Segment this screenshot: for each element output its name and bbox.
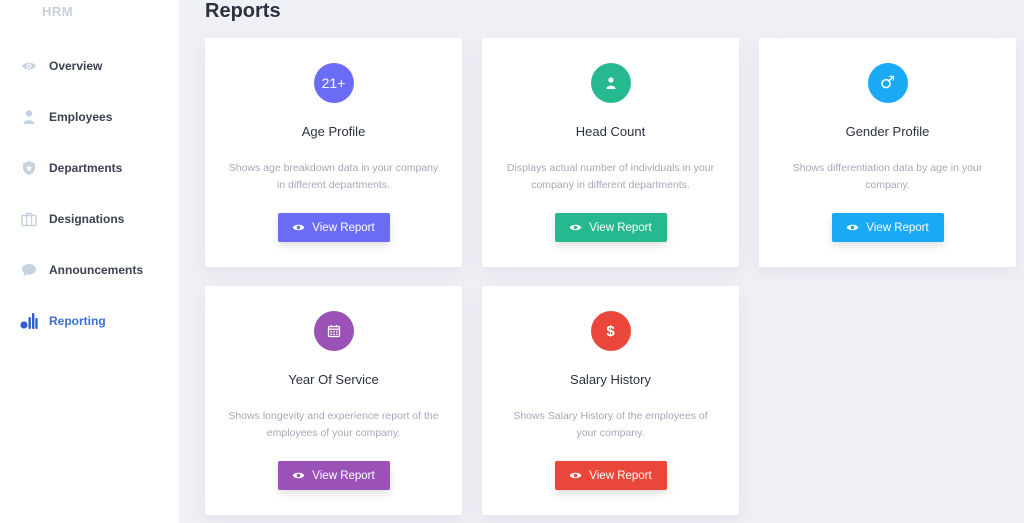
- sidebar-item-departments[interactable]: Departments: [0, 142, 179, 193]
- sidebar-item-designations[interactable]: Designations: [0, 193, 179, 244]
- sidebar-item-reporting[interactable]: Reporting: [0, 295, 179, 346]
- eye-icon: [292, 224, 305, 231]
- eye-icon: [569, 472, 582, 479]
- calendar-glyph: [327, 325, 340, 338]
- dollar-icon: $: [590, 311, 631, 351]
- briefcase-icon: [21, 212, 37, 226]
- card-description: Shows Salary History of the employees of…: [513, 410, 708, 439]
- view-report-button[interactable]: View Report: [831, 213, 944, 242]
- button-label: View Report: [589, 469, 652, 482]
- sidebar-item-label: Overview: [49, 58, 103, 73]
- calendar-icon: [313, 311, 354, 351]
- user-icon: [23, 109, 35, 124]
- sidebar-item-label: Designations: [49, 211, 125, 226]
- report-card-salary-history: $ Salary History Shows Salary History of…: [482, 286, 739, 515]
- report-card-year-of-service: Year Of Service Shows longevity and expe…: [205, 286, 462, 515]
- button-label: View Report: [312, 221, 375, 234]
- button-label: View Report: [312, 469, 375, 482]
- report-card-age-profile: 21+ Age Profile Shows age breakdown data…: [205, 38, 462, 267]
- sidebar-item-label: Reporting: [49, 313, 106, 328]
- brand-logo[interactable]: HRM: [42, 4, 73, 19]
- age-icon: 21+: [313, 63, 354, 103]
- button-label: View Report: [589, 221, 652, 234]
- male-symbol-icon: ♂: [867, 63, 908, 103]
- report-card-head-count: Head Count Displays actual number of ind…: [482, 38, 739, 267]
- sidebar-nav: Overview Employees Departments Designati…: [0, 40, 179, 346]
- card-title: Year Of Service: [288, 372, 379, 387]
- card-description: Displays actual number of individuals in…: [506, 162, 715, 191]
- report-card-gender-profile: ♂ Gender Profile Shows differentiation d…: [759, 38, 1016, 267]
- card-title: Salary History: [570, 372, 651, 387]
- sidebar-item-label: Employees: [49, 109, 113, 124]
- male-symbol-text: ♂: [879, 73, 896, 93]
- card-title: Head Count: [575, 124, 646, 139]
- sidebar-item-announcements[interactable]: Announcements: [0, 244, 179, 295]
- age-icon-text: 21+: [321, 75, 346, 91]
- eye-icon: [569, 224, 582, 231]
- sidebar-item-overview[interactable]: Overview: [0, 40, 179, 91]
- card-description: Shows differentiation data by age in you…: [792, 162, 983, 191]
- chat-bubble-icon: [22, 263, 36, 276]
- card-description: Shows age breakdown data in your company…: [228, 162, 439, 191]
- view-report-button[interactable]: View Report: [554, 213, 667, 242]
- button-label: View Report: [866, 221, 929, 234]
- dollar-symbol-text: $: [606, 322, 615, 340]
- page-title: Reports: [205, 0, 281, 22]
- eye-icon: [846, 224, 859, 231]
- person-glyph: [606, 77, 615, 89]
- person-icon: [590, 63, 631, 103]
- eye-icon: [22, 62, 36, 69]
- sidebar-item-employees[interactable]: Employees: [0, 91, 179, 142]
- view-report-button[interactable]: View Report: [277, 213, 390, 242]
- view-report-button[interactable]: View Report: [554, 461, 667, 490]
- bar-chart-icon: [20, 312, 38, 329]
- eye-icon: [292, 472, 305, 479]
- sidebar: HRM Overview Employees Departments Desig…: [0, 0, 179, 523]
- view-report-button[interactable]: View Report: [277, 461, 390, 490]
- card-title: Gender Profile: [845, 124, 930, 139]
- sidebar-item-label: Announcements: [49, 262, 144, 277]
- sidebar-item-label: Departments: [49, 160, 123, 175]
- card-description: Shows longevity and experience report of…: [228, 410, 439, 439]
- shield-icon: [23, 160, 35, 175]
- card-title: Age Profile: [301, 124, 366, 139]
